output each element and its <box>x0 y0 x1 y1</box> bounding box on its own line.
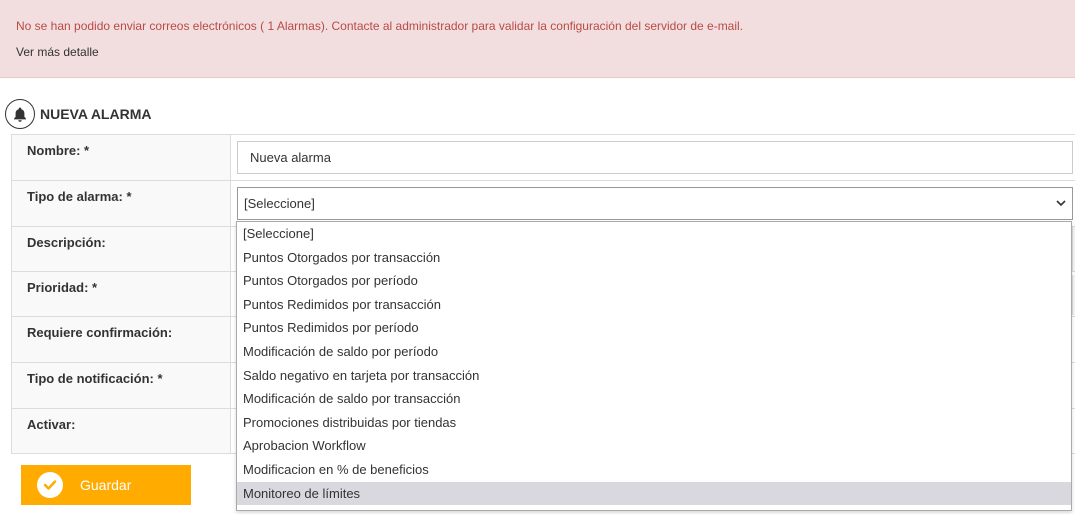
option-saldo-negativo-tarjeta[interactable]: Saldo negativo en tarjeta por transacció… <box>237 364 1071 388</box>
option-modificacion-saldo-periodo[interactable]: Modificación de saldo por período <box>237 340 1071 364</box>
activar-label: Activar: <box>11 409 231 453</box>
option-puntos-otorgados-periodo[interactable]: Puntos Otorgados por período <box>237 269 1071 293</box>
error-alert: No se han podido enviar correos electrón… <box>0 0 1075 78</box>
option-monitoreo-limites[interactable]: Monitoreo de límites <box>237 481 1071 506</box>
chevron-down-icon <box>1056 200 1066 207</box>
nombre-input[interactable] <box>237 141 1073 174</box>
alert-message: No se han podido enviar correos electrón… <box>16 19 744 33</box>
option-aprobacion-workflow[interactable]: Aprobacion Workflow <box>237 434 1071 458</box>
option-puntos-otorgados-transaccion[interactable]: Puntos Otorgados por transacción <box>237 246 1071 270</box>
requiere-confirmacion-label: Requiere confirmación: <box>11 317 231 362</box>
tipo-alarma-label: Tipo de alarma: * <box>11 181 231 226</box>
nombre-label: Nombre: * <box>11 135 231 180</box>
detail-link[interactable]: Ver más detalle <box>16 45 99 59</box>
check-icon <box>37 472 63 498</box>
prioridad-label: Prioridad: * <box>11 272 231 316</box>
section-header: NUEVA ALARMA <box>5 98 151 130</box>
tipo-alarma-select[interactable]: [Seleccione] <box>237 187 1073 220</box>
option-promociones-tiendas[interactable]: Promociones distribuidas por tiendas <box>237 411 1071 435</box>
option-modificacion-saldo-transaccion[interactable]: Modificación de saldo por transacción <box>237 387 1071 411</box>
option-seleccione[interactable]: [Seleccione] <box>237 222 1071 246</box>
tipo-alarma-dropdown[interactable]: [Seleccione] Puntos Otorgados por transa… <box>236 221 1072 511</box>
save-button[interactable]: Guardar <box>21 465 191 505</box>
option-puntos-redimidos-transaccion[interactable]: Puntos Redimidos por transacción <box>237 293 1071 317</box>
option-modificacion-beneficios[interactable]: Modificacion en % de beneficios <box>237 458 1071 482</box>
save-button-label: Guardar <box>80 477 132 493</box>
bell-icon <box>5 99 35 129</box>
page-title: NUEVA ALARMA <box>40 106 152 122</box>
option-puntos-redimidos-periodo[interactable]: Puntos Redimidos por período <box>237 316 1071 340</box>
descripcion-label: Descripción: <box>11 227 231 271</box>
tipo-notificacion-label: Tipo de notificación: * <box>11 363 231 408</box>
tipo-alarma-selected: [Seleccione] <box>244 196 315 211</box>
